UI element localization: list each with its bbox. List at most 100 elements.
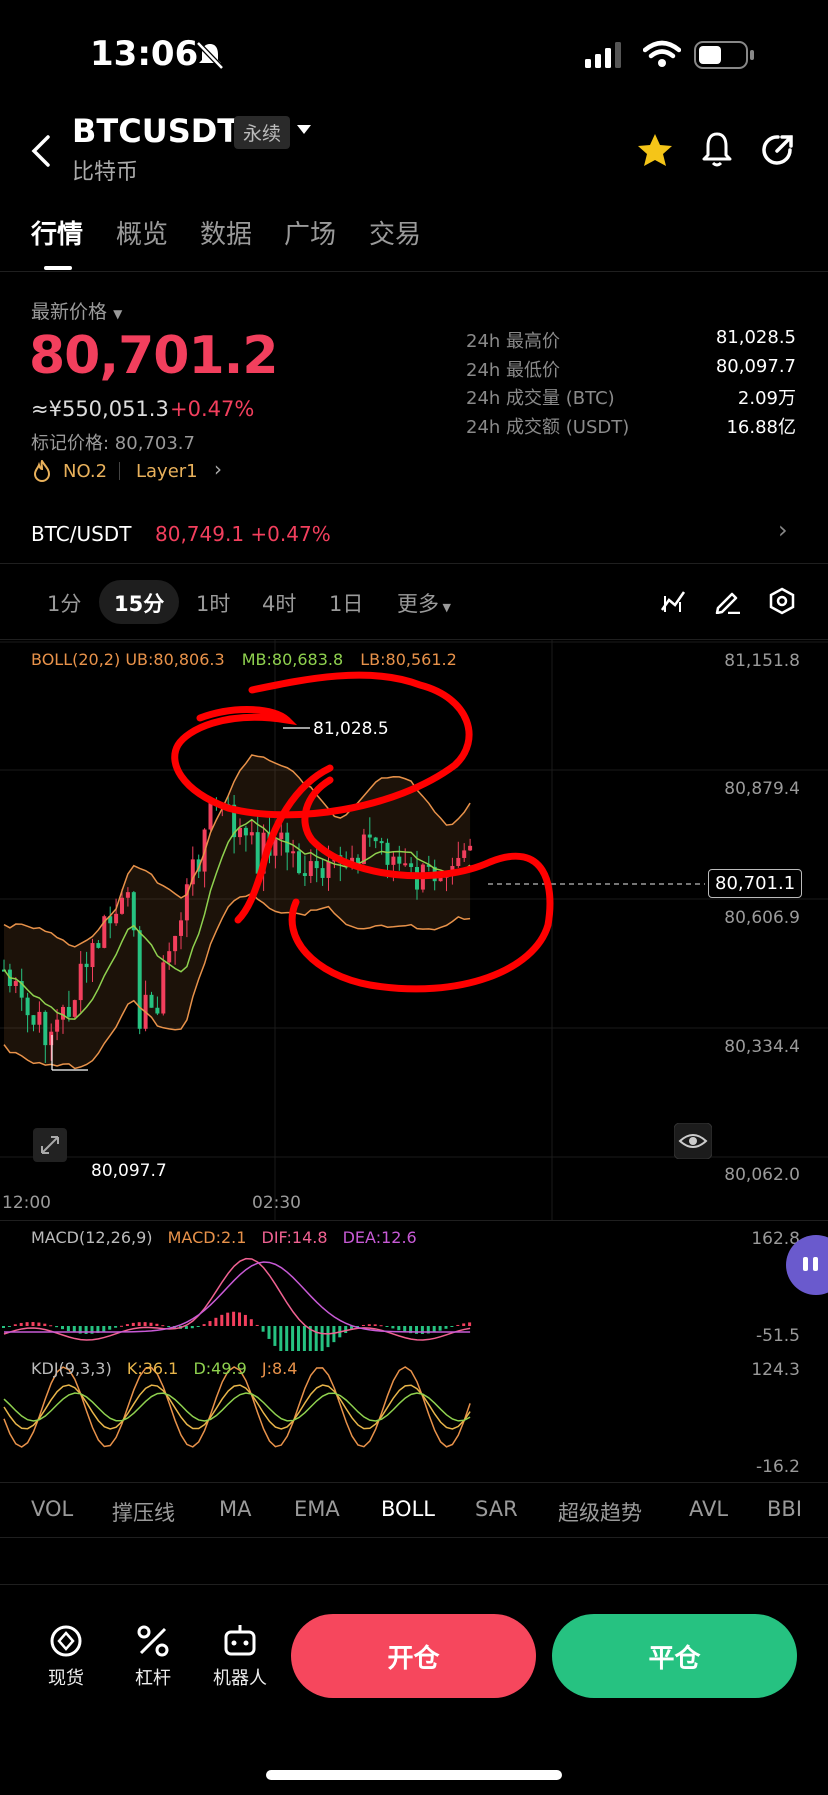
- candle-body: [291, 851, 296, 854]
- back-icon[interactable]: [30, 134, 52, 168]
- tab-overview[interactable]: 概览: [116, 214, 168, 251]
- macd-bar: [249, 1319, 253, 1326]
- macd-bar: [320, 1326, 324, 1351]
- stat-label: 24h 最高价: [466, 331, 561, 352]
- macd-bar: [84, 1326, 88, 1334]
- indicator-bbi[interactable]: BBI: [767, 1497, 802, 1521]
- interval-4h[interactable]: 4时: [262, 588, 296, 618]
- macd-bar: [120, 1325, 123, 1327]
- macd-bar: [391, 1326, 395, 1329]
- interval-1h[interactable]: 1时: [196, 588, 230, 618]
- interval-more[interactable]: 更多 ▼: [397, 588, 451, 618]
- indicators-icon[interactable]: [660, 588, 688, 614]
- indicator-vol[interactable]: VOL: [31, 1497, 73, 1521]
- indicator-ma[interactable]: MA: [219, 1497, 251, 1521]
- interval-15m[interactable]: 15分: [114, 588, 164, 618]
- candle-body: [96, 943, 101, 948]
- symbol-title[interactable]: BTCUSDT: [72, 112, 239, 150]
- chevron-right-icon[interactable]: ›: [214, 457, 222, 481]
- stat-value: 16.88亿: [726, 417, 796, 438]
- spot-price: 80,749.1 +0.47%: [155, 522, 331, 546]
- indicator-supertrend[interactable]: 超级趋势: [558, 1497, 642, 1527]
- settings-hexagon-icon[interactable]: [768, 587, 796, 615]
- spot-price-change: +0.47%: [250, 522, 331, 546]
- tab-market[interactable]: 行情: [31, 214, 83, 251]
- robot-icon[interactable]: [222, 1623, 258, 1659]
- divider: [119, 462, 120, 480]
- y-tick: 80,879.4: [724, 779, 800, 799]
- candle-body: [43, 1011, 48, 1046]
- macd-bar: [43, 1323, 47, 1326]
- macd-bar: [238, 1312, 241, 1326]
- draw-pencil-icon[interactable]: [714, 588, 742, 614]
- eye-icon[interactable]: [674, 1123, 712, 1159]
- candle-body: [438, 877, 443, 882]
- macd-bar: [302, 1326, 306, 1351]
- d-line: [3, 1392, 471, 1422]
- open-position-button[interactable]: 开仓: [291, 1614, 536, 1698]
- spot-icon[interactable]: [48, 1623, 84, 1659]
- macd-bar: [450, 1326, 454, 1327]
- close-position-button[interactable]: 平仓: [552, 1614, 797, 1698]
- indicator-ema[interactable]: EMA: [294, 1497, 340, 1521]
- tab-trade[interactable]: 交易: [369, 214, 421, 251]
- rank-badge[interactable]: NO.2: [63, 461, 107, 482]
- robot-label[interactable]: 机器人: [200, 1664, 280, 1690]
- macd-bar: [273, 1326, 277, 1346]
- favorite-star-icon[interactable]: [636, 132, 674, 168]
- mark-price: 标记价格: 80,703.7: [31, 433, 195, 454]
- coin-name: 比特币: [72, 160, 139, 185]
- macd-bar: [167, 1326, 171, 1327]
- spot-price-value: 80,749.1: [155, 522, 245, 546]
- alert-bell-icon[interactable]: [700, 130, 734, 170]
- chevron-right-icon[interactable]: ›: [778, 516, 788, 544]
- candle-body: [314, 861, 319, 869]
- cny-price: ≈¥550,051.3: [31, 397, 169, 421]
- status-time: 13:06: [90, 34, 199, 74]
- category-tag[interactable]: Layer1: [136, 461, 198, 482]
- x-tick: 12:00: [2, 1193, 51, 1213]
- indicator-support-resistance[interactable]: 撑压线: [112, 1497, 175, 1527]
- candle-body: [13, 981, 18, 986]
- caret-down-icon: ▼: [113, 307, 123, 321]
- candle-body: [373, 837, 378, 842]
- tab-data[interactable]: 数据: [200, 214, 252, 251]
- candle-body: [308, 861, 313, 877]
- indicator-boll[interactable]: BOLL: [381, 1497, 435, 1521]
- candle-body: [90, 943, 95, 968]
- candle-body: [279, 832, 284, 840]
- share-icon[interactable]: [760, 132, 796, 168]
- symbol-dropdown-icon[interactable]: [296, 124, 312, 136]
- candle-body: [173, 935, 178, 952]
- macd-bar: [13, 1324, 17, 1326]
- macd-bar: [131, 1322, 135, 1326]
- latest-price-label[interactable]: 最新价格 ▼: [31, 297, 122, 324]
- leverage-label[interactable]: 杠杆: [123, 1664, 183, 1690]
- candle-body: [320, 868, 325, 878]
- y-tick: 81,151.8: [724, 651, 800, 671]
- macd-bar: [125, 1324, 129, 1326]
- y-tick: 80,334.4: [724, 1037, 800, 1057]
- macd-bar: [456, 1324, 460, 1326]
- candle-body: [161, 962, 166, 1014]
- interval-1m[interactable]: 1分: [47, 588, 81, 618]
- indicator-sar[interactable]: SAR: [475, 1497, 518, 1521]
- macd-bar: [155, 1323, 159, 1326]
- kdj-series: [3, 1366, 471, 1448]
- spot-label[interactable]: 现货: [36, 1664, 96, 1690]
- boll-band-fill: [4, 754, 471, 1069]
- interval-1d[interactable]: 1日: [329, 588, 363, 618]
- candle-body: [249, 832, 254, 836]
- macd-bar: [66, 1326, 70, 1332]
- y-tick: 80,062.0: [724, 1165, 800, 1185]
- tab-square[interactable]: 广场: [284, 214, 336, 251]
- pause-bar: [803, 1257, 808, 1271]
- leverage-icon[interactable]: [135, 1623, 171, 1659]
- macd-min: -51.5: [756, 1326, 800, 1346]
- expand-icon[interactable]: [33, 1128, 67, 1162]
- indicator-avl[interactable]: AVL: [689, 1497, 728, 1521]
- high-label: 81,028.5: [313, 719, 389, 739]
- macd-bar: [462, 1323, 466, 1326]
- macd-bar: [25, 1322, 29, 1326]
- candle-body: [84, 963, 89, 968]
